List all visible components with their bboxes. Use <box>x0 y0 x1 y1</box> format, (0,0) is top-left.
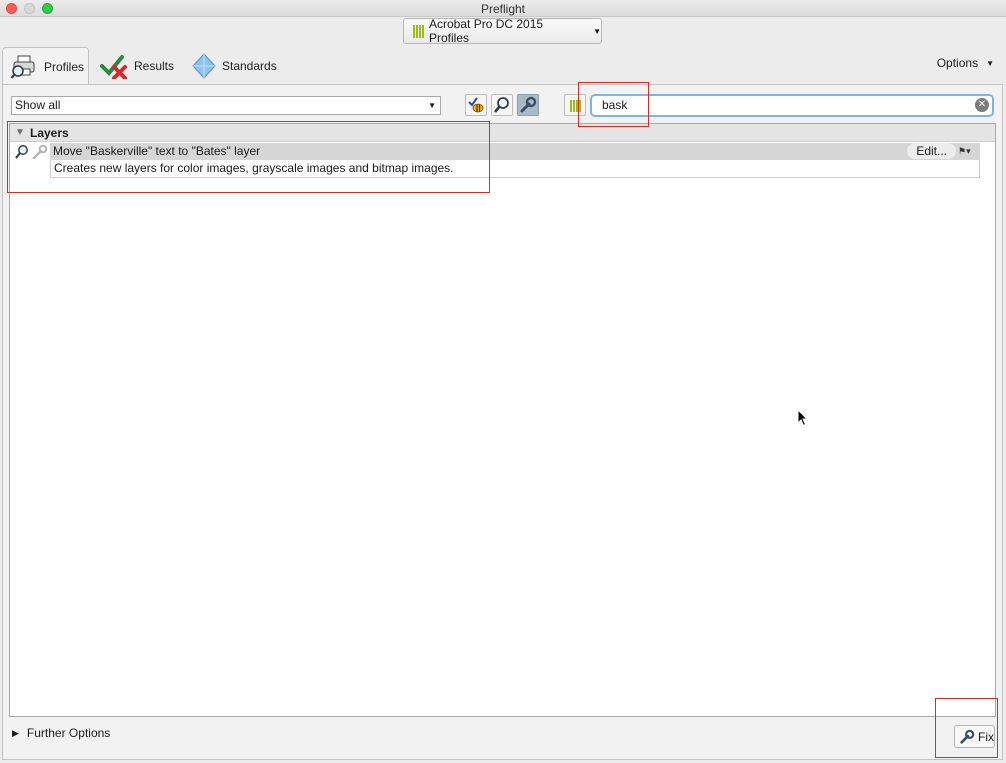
tab-profiles[interactable]: Profiles <box>2 47 89 85</box>
tab-standards-label: Standards <box>222 58 277 73</box>
filter-selected-value: Show all <box>15 98 61 112</box>
diamond-icon <box>192 52 216 79</box>
profile-bars-icon <box>413 24 424 38</box>
show-checks-button[interactable] <box>491 94 513 116</box>
title-bar: Preflight <box>0 0 1006 17</box>
profile-list: ▼ Layers Move "Baskerville" text to "Bat… <box>9 123 996 717</box>
tab-standards[interactable]: Standards <box>192 47 277 84</box>
filter-dropdown[interactable]: Show all ▼ <box>11 96 441 115</box>
printer-magnifier-icon <box>10 55 35 79</box>
further-options-label: Further Options <box>26 726 111 740</box>
check-x-icon <box>100 54 127 79</box>
search-input[interactable]: bask ✕ <box>590 94 994 117</box>
disclosure-triangle-icon: ▶ <box>12 727 19 738</box>
highlight-box-fix <box>935 698 998 758</box>
edit-button[interactable]: Edit... <box>907 143 956 159</box>
bee-checks-icon <box>468 97 484 113</box>
chevron-down-icon: ▼ <box>986 58 994 68</box>
show-fixups-button[interactable] <box>517 94 539 116</box>
profile-library-label: Acrobat Pro DC 2015 Profiles <box>429 17 544 45</box>
flag-dropdown-icon[interactable]: ⚑▾ <box>958 143 978 159</box>
chevron-down-icon: ▼ <box>428 101 436 110</box>
magnifier-icon <box>493 97 509 113</box>
highlight-box-search <box>578 82 649 127</box>
options-menu-button[interactable]: Options ▼ <box>937 56 994 70</box>
tab-results[interactable]: Results <box>100 47 174 84</box>
chevron-down-icon: ▼ <box>593 26 601 36</box>
highlight-box-layers <box>7 121 490 193</box>
wrench-icon <box>520 96 537 113</box>
clear-search-icon[interactable]: ✕ <box>975 98 989 112</box>
window-title: Preflight <box>480 2 526 16</box>
profile-library-dropdown[interactable]: Acrobat Pro DC 2015 Profiles ▼ <box>403 17 602 45</box>
tab-profiles-label: Profiles <box>44 59 85 74</box>
tab-results-label: Results <box>134 58 175 73</box>
further-options-toggle[interactable]: ▶ Further Options <box>12 726 110 740</box>
mouse-cursor-icon <box>797 409 809 427</box>
show-all-profiles-button[interactable] <box>465 94 487 116</box>
options-label: Options <box>936 56 979 70</box>
